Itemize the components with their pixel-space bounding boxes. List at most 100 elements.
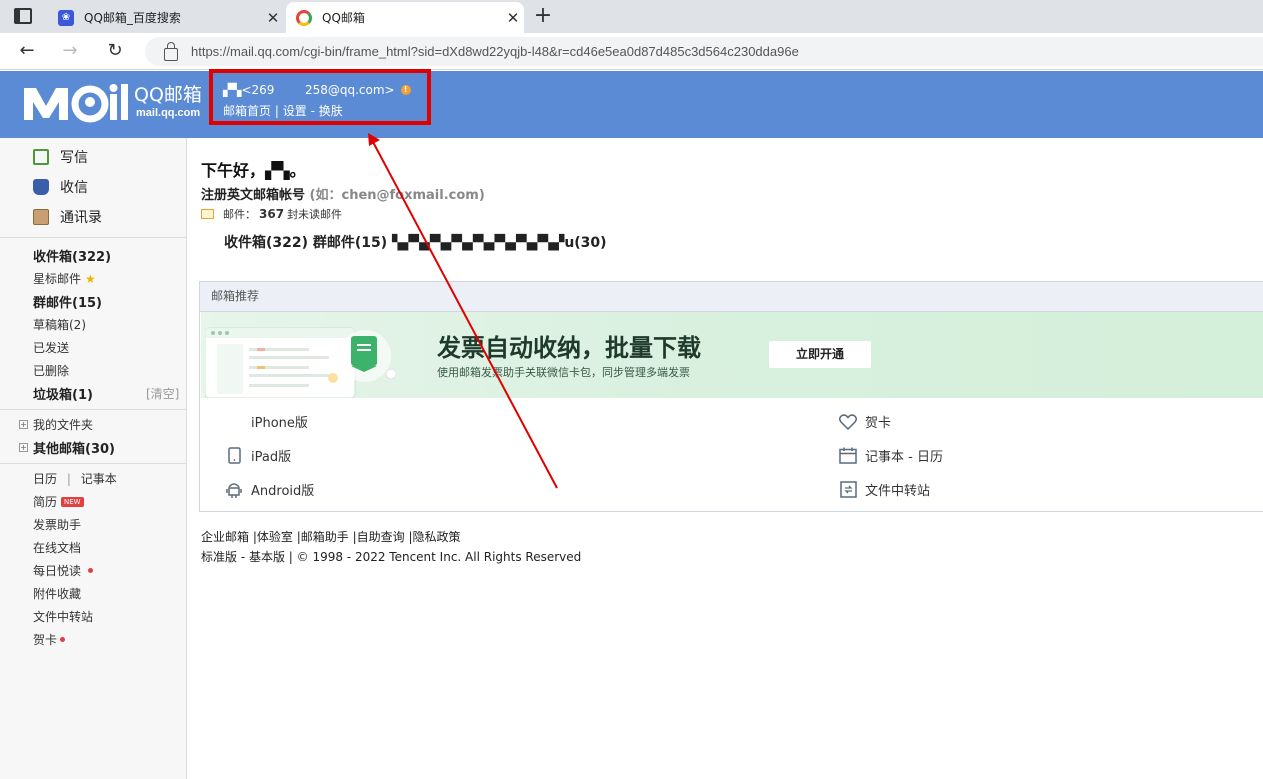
register-hint: (如：chen@foxmail.com) (309, 188, 485, 203)
file-transfer-link[interactable]: 文件中转站 (839, 480, 930, 499)
close-icon[interactable]: ✕ (262, 9, 284, 27)
skin-link[interactable]: 换肤 (319, 104, 343, 118)
sidebar-item-drafts[interactable]: 草稿箱(2) (33, 316, 86, 333)
receive-label: 收信 (60, 180, 88, 196)
back-arrow-icon[interactable]: ← (16, 40, 38, 62)
workspaces-icon[interactable] (14, 8, 32, 24)
sidebar-item-invoice[interactable]: 发票助手 (33, 516, 81, 533)
account-line: ▞▚ <269 258@qq.com> ! (223, 83, 411, 97)
sidebar-item-cards[interactable]: 贺卡 (33, 631, 66, 648)
receive-button[interactable]: 收信 (33, 177, 88, 197)
tab-title: QQ邮箱 (322, 11, 365, 25)
sidebar-item-starred[interactable]: 星标邮件 ★ (33, 270, 96, 287)
star-icon: ★ (85, 272, 96, 286)
sidebar-item-resume[interactable]: 简历 NEW (33, 493, 84, 510)
contacts-button[interactable]: 通讯录 (33, 207, 102, 227)
new-tab-button[interactable]: + (533, 3, 553, 29)
compose-icon (33, 149, 49, 165)
recommend-title: 邮箱推荐 (200, 282, 1263, 312)
sidebar: 写信 收信 通讯录 收件箱(322) 星标邮件 ★ 群邮件(15) 草稿箱(2) … (0, 138, 187, 779)
account-highlight-box: ▞▚ <269 258@qq.com> ! 邮箱首页 | 设置 - 换肤 (209, 69, 431, 125)
sidebar-item-group[interactable]: 群邮件(15) (33, 292, 102, 311)
sidebar-item-docs[interactable]: 在线文档 (33, 539, 81, 556)
url-text: https://mail.qq.com/cgi-bin/frame_html?s… (191, 44, 799, 59)
warning-icon[interactable]: ! (400, 85, 411, 95)
new-badge: NEW (61, 497, 84, 507)
app-label: 记事本 - 日历 (865, 450, 943, 465)
reload-icon[interactable]: ↻ (104, 40, 126, 62)
tab-baidu-search[interactable]: ❀ QQ邮箱_百度搜索 ✕ (48, 2, 284, 33)
inbox-icon (33, 179, 49, 195)
sidebar-item-deleted[interactable]: 已删除 (33, 362, 69, 379)
tab-qq-mail[interactable]: QQ邮箱 ✕ (286, 2, 524, 33)
app-iphone-link[interactable]: iPhone版 (225, 412, 308, 431)
notes-calendar-link[interactable]: 记事本 - 日历 (839, 446, 943, 465)
greeting: 下午好，▞▚。 (201, 161, 306, 180)
sidebar-divider (0, 463, 186, 464)
lock-icon[interactable] (164, 42, 178, 61)
starred-label: 星标邮件 (33, 272, 82, 286)
url-input[interactable]: https://mail.qq.com/cgi-bin/frame_html?s… (145, 37, 1263, 66)
calendar-link[interactable]: 日历 (33, 472, 57, 486)
browser-tab-bar: ❀ QQ邮箱_百度搜索 ✕ QQ邮箱 ✕ + (0, 0, 1263, 33)
compose-button[interactable]: 写信 (33, 147, 88, 167)
register-link[interactable]: 注册英文邮箱帐号 (201, 188, 305, 203)
recommend-panel: 邮箱推荐 发票自动收纳，批量下载 使用邮箱发票助手关联微信卡包，同步管理多端发票… (199, 281, 1263, 512)
footer-link-lab[interactable]: 体验室 (257, 530, 293, 544)
logo-title: QQ邮箱 (134, 84, 202, 106)
unread-count[interactable]: 367 (259, 207, 284, 221)
envelope-icon (201, 209, 214, 219)
invoice-banner[interactable]: 发票自动收纳，批量下载 使用邮箱发票助手关联微信卡包，同步管理多端发票 立即开通 (201, 312, 1263, 398)
footer-link-assistant[interactable]: 邮箱助手 (301, 530, 349, 544)
app-ipad-link[interactable]: iPad版 (225, 446, 291, 465)
mail-logo[interactable] (22, 80, 132, 134)
clear-spam-link[interactable]: [清空] (146, 385, 179, 402)
sidebar-item-inbox[interactable]: 收件箱(322) (33, 246, 111, 265)
footer-links: 企业邮箱 |体验室 |邮箱助手 |自助查询 |隐私政策 (201, 530, 461, 544)
contacts-label: 通讯录 (60, 210, 102, 226)
sidebar-item-attachments[interactable]: 附件收藏 (33, 585, 81, 602)
mail-home-link[interactable]: 邮箱首页 (223, 104, 271, 118)
ipad-icon (225, 447, 243, 465)
footer-link-privacy[interactable]: 隐私政策 (413, 530, 461, 544)
transfer-icon (839, 481, 857, 499)
link-dash: - (310, 104, 315, 118)
invoice-illustration-icon (205, 327, 395, 398)
close-icon[interactable]: ✕ (502, 9, 524, 27)
cards-link[interactable]: 贺卡 (839, 412, 891, 431)
app-android-link[interactable]: Android版 (225, 480, 314, 499)
logo-domain: mail.qq.com (136, 107, 201, 119)
contacts-icon (33, 209, 49, 225)
user-email[interactable]: <269 258@qq.com> (241, 83, 394, 97)
activate-button[interactable]: 立即开通 (769, 341, 871, 368)
tools-separator: | (66, 472, 71, 486)
sidebar-item-transfer[interactable]: 文件中转站 (33, 608, 93, 625)
heart-icon (839, 413, 857, 431)
expand-icon[interactable]: + (19, 420, 28, 429)
sidebar-item-daily[interactable]: 每日悦读 (33, 562, 94, 579)
footer-link-enterprise[interactable]: 企业邮箱 (201, 530, 249, 544)
sidebar-item-spam[interactable]: 垃圾箱(1) (33, 384, 93, 403)
address-bar: ← → ↻ https://mail.qq.com/cgi-bin/frame_… (0, 33, 1263, 70)
sidebar-item-my-folders[interactable]: 我的文件夹 (33, 416, 93, 433)
mail-label: 邮件： (223, 208, 256, 221)
mail-logo-icon (24, 84, 128, 123)
folder-summary[interactable]: 收件箱(322) 群邮件(15) ▚▞▚▞▚▞▚▞▚▞▚▞▚▞▚▞u(30) (224, 232, 607, 252)
settings-link[interactable]: 设置 (283, 104, 307, 118)
sidebar-item-other-mail[interactable]: 其他邮箱(30) (33, 438, 115, 457)
app-label: iPad版 (251, 450, 292, 465)
sidebar-divider (0, 237, 186, 238)
compose-label: 写信 (60, 150, 88, 166)
notes-link[interactable]: 记事本 (81, 472, 117, 486)
sidebar-item-sent[interactable]: 已发送 (33, 339, 69, 356)
tab-title: QQ邮箱_百度搜索 (84, 11, 181, 25)
forward-arrow-icon[interactable]: → (59, 40, 81, 62)
app-label: Android版 (251, 484, 315, 499)
sidebar-divider (0, 409, 186, 410)
calendar-icon (839, 447, 857, 465)
footer-link-self-service[interactable]: 自助查询 (357, 530, 405, 544)
expand-icon[interactable]: + (19, 443, 28, 452)
android-icon (225, 481, 243, 499)
unread-summary: 邮件： 367 封未读邮件 (201, 206, 342, 222)
resume-label: 简历 (33, 495, 58, 509)
